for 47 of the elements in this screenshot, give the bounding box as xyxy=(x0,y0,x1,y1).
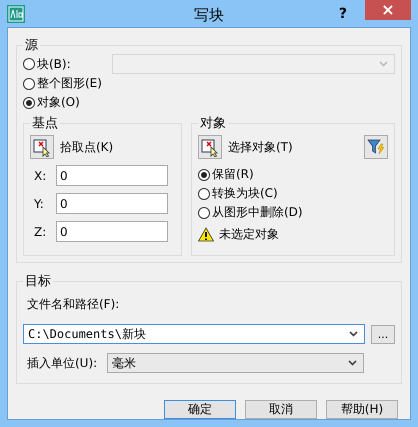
dialog-button[interactable]: 取消 xyxy=(245,400,317,419)
coordinate-field[interactable]: 0 xyxy=(56,193,168,214)
field-label: Y: xyxy=(34,196,45,210)
app-icon xyxy=(7,4,25,22)
coordinate-field[interactable]: 0 xyxy=(56,165,168,186)
radio-button[interactable] xyxy=(23,96,35,108)
chevron-icon xyxy=(379,61,388,67)
units-dropdown[interactable]: 毫米 xyxy=(107,353,364,373)
button-label: 选择对象(T) xyxy=(228,138,293,156)
warning-icon xyxy=(198,227,214,242)
radio-label: 从图形中删除(D) xyxy=(212,204,303,221)
help-button[interactable]: ? xyxy=(338,6,347,22)
field-label: 文件名和路径(F): xyxy=(27,296,120,313)
pick-point-button[interactable] xyxy=(30,135,54,159)
warning-text: 未选定对象 xyxy=(219,226,279,243)
funnel-icon xyxy=(367,138,385,156)
group-label: 对象 xyxy=(199,115,227,132)
field-label: X: xyxy=(34,168,48,182)
quick-select-button[interactable] xyxy=(364,135,388,159)
group-label: 基点 xyxy=(31,115,59,132)
radio-label: 对象(O) xyxy=(37,94,80,111)
button-label: 拾取点(K) xyxy=(60,138,114,156)
chevron-icon xyxy=(348,360,357,366)
radio-label: 整个图形(E) xyxy=(37,75,102,92)
group-label: 目标 xyxy=(24,273,52,290)
field-label: 插入单位(U): xyxy=(27,354,98,372)
group-label: 源 xyxy=(24,37,39,54)
radio-button[interactable] xyxy=(23,58,35,70)
radio-button[interactable] xyxy=(198,188,210,200)
cursor-icon xyxy=(32,137,52,157)
path-combobox[interactable]: C:\Documents\新块 xyxy=(23,324,365,344)
radio-button[interactable] xyxy=(23,78,35,90)
radio-label: 保留(R) xyxy=(212,166,254,183)
dialog-button[interactable]: 帮助(H) xyxy=(326,400,398,419)
chevron-icon xyxy=(349,331,358,337)
close-button[interactable]: × xyxy=(365,0,411,20)
dialog-button[interactable]: 确定 xyxy=(164,400,236,419)
field-label: Z: xyxy=(34,224,48,238)
window-title: 写块 xyxy=(194,6,224,25)
radio-label: 转换为块(C) xyxy=(212,185,278,202)
browse-button[interactable]: ... xyxy=(371,324,395,344)
radio-button[interactable] xyxy=(198,168,210,180)
select-objects-button[interactable] xyxy=(198,135,222,159)
radio-label: 块(B): xyxy=(37,56,71,72)
coordinate-field[interactable]: 0 xyxy=(56,221,168,242)
radio-button[interactable] xyxy=(198,206,210,218)
cursor-icon xyxy=(200,137,220,157)
